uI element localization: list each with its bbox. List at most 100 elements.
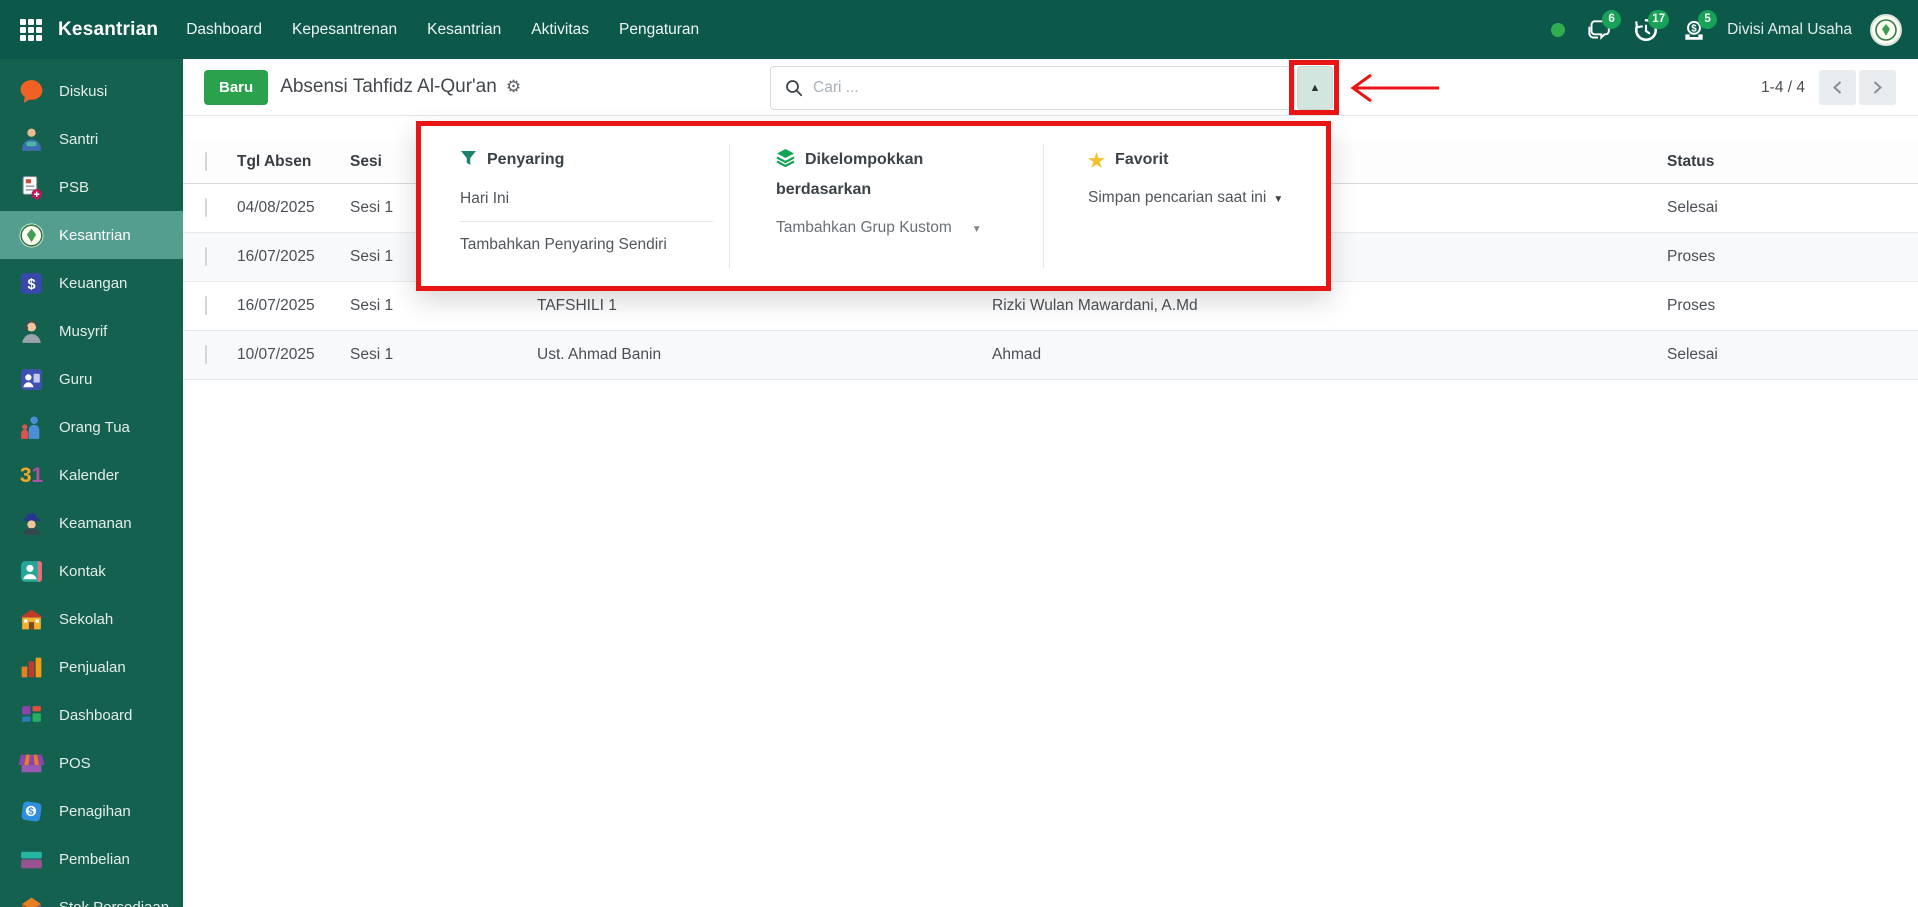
sidebar-item-guru[interactable]: Guru [0, 355, 183, 403]
navbar-menu-item[interactable]: Aktivitas [531, 21, 589, 39]
sidebar-item-label: Penagihan [59, 803, 131, 820]
filters-separator [460, 221, 713, 222]
sidebar-item-diskusi[interactable]: Diskusi [0, 67, 183, 115]
navbar-menu-item[interactable]: Dashboard [186, 21, 262, 39]
sidebar-item-psb[interactable]: PSB [0, 163, 183, 211]
online-status-dot [1551, 23, 1565, 37]
messages-button[interactable]: 6 [1583, 15, 1613, 45]
row-checkbox[interactable] [205, 198, 207, 217]
user-avatar[interactable] [1870, 14, 1902, 46]
sidebar: Diskusi Santri PSBKesantrian $ Keuangan Musyr… [0, 59, 183, 907]
kontak-icon [18, 558, 45, 585]
sidebar-item-label: Keamanan [59, 515, 132, 532]
sidebar-item-label: Penjualan [59, 659, 126, 676]
cell-col4: Ahmad [992, 346, 1667, 364]
sidebar-item-stok[interactable]: Stok Persediaan [0, 883, 183, 907]
save-current-search[interactable]: Simpan pencarian saat ini▼ [1088, 189, 1326, 207]
search-bar [770, 66, 1295, 110]
favorites-section: ★Favorit Simpan pencarian saat ini▼ [1044, 126, 1326, 286]
sidebar-item-santri[interactable]: Santri [0, 115, 183, 163]
search-input[interactable] [813, 79, 1294, 97]
group-by-section: Dikelompokkan berdasarkan Tambahkan Grup… [730, 126, 1043, 286]
sidebar-item-musyrif[interactable]: Musyrif [0, 307, 183, 355]
sidebar-item-label: Kontak [59, 563, 106, 580]
activities-badge: 17 [1648, 10, 1669, 29]
svg-text:$: $ [1691, 23, 1697, 34]
sidebar-item-label: Kalender [59, 467, 119, 484]
add-custom-filter[interactable]: Tambahkan Penyaring Sendiri [460, 236, 713, 254]
cell-col4: Rizki Wulan Mawardani, A.Md [992, 297, 1667, 315]
new-record-button[interactable]: Baru [204, 70, 268, 105]
chevron-left-icon [1831, 80, 1844, 95]
column-header-date: Tgl Absen [237, 153, 350, 171]
activities-button[interactable]: 17 [1631, 15, 1661, 45]
add-custom-group-select[interactable]: Tambahkan Grup Kustom▼ [776, 219, 1015, 237]
select-all-checkbox[interactable] [205, 152, 207, 171]
filter-item-today[interactable]: Hari Ini [460, 190, 713, 208]
search-options-dropdown: Penyaring Hari Ini Tambahkan Penyaring S… [416, 121, 1331, 291]
keamanan-icon [18, 510, 45, 537]
search-dropdown-toggle[interactable]: ▲ [1297, 66, 1333, 110]
keuangan-icon: $ [18, 270, 45, 297]
pager-previous-button[interactable] [1819, 70, 1856, 105]
chevron-right-icon [1871, 80, 1884, 95]
sidebar-item-keuangan[interactable]: $ Keuangan [0, 259, 183, 307]
musyrif-icon [18, 318, 45, 345]
sidebar-item-penagihan[interactable]: $Penagihan [0, 787, 183, 835]
app-brand[interactable]: Kesantrian [58, 19, 158, 41]
cell-status: Proses [1667, 297, 1918, 315]
cell-col3: TAFSHILI 1 [537, 297, 992, 315]
navbar-menu-item[interactable]: Kepesantrenan [292, 21, 397, 39]
sidebar-item-label: Stok Persediaan [59, 899, 169, 907]
cell-session: Sesi 1 [350, 297, 537, 315]
cell-session: Sesi 1 [350, 346, 537, 364]
sidebar-item-label: Sekolah [59, 611, 113, 628]
filter-funnel-icon [460, 149, 477, 176]
pembelian-icon [18, 846, 45, 873]
layers-icon [776, 148, 795, 176]
caret-down-icon: ▼ [1273, 194, 1283, 205]
transfers-badge: 5 [1698, 10, 1717, 29]
action-gear-icon[interactable]: ⚙ [506, 77, 521, 97]
navbar-menu-item[interactable]: Kesantrian [427, 21, 501, 39]
cell-col3: Ust. Ahmad Banin [537, 346, 992, 364]
svg-text:$: $ [27, 277, 35, 293]
sekolah-icon [18, 606, 45, 633]
cell-date: 04/08/2025 [237, 199, 350, 217]
sidebar-item-pembelian[interactable]: Pembelian [0, 835, 183, 883]
sidebar-item-label: Santri [59, 131, 98, 148]
sidebar-item-kesantrian[interactable]: Kesantrian [0, 211, 183, 259]
apps-grid-icon[interactable] [18, 17, 44, 43]
row-checkbox[interactable] [205, 345, 207, 364]
sidebar-item-penjualan[interactable]: Penjualan [0, 643, 183, 691]
star-icon: ★ [1088, 148, 1105, 175]
table-row[interactable]: 10/07/2025Sesi 1Ust. Ahmad BaninAhmadSel… [183, 331, 1918, 380]
pos-icon [18, 750, 45, 777]
stok-icon [18, 894, 45, 907]
sidebar-item-orangtua[interactable]: Orang Tua [0, 403, 183, 451]
cell-status: Selesai [1667, 346, 1918, 364]
sidebar-item-keamanan[interactable]: Keamanan [0, 499, 183, 547]
penjualan-icon [18, 654, 45, 681]
cell-date: 10/07/2025 [237, 346, 350, 364]
row-checkbox[interactable] [205, 247, 207, 266]
sidebar-item-pos[interactable]: POS [0, 739, 183, 787]
cell-date: 16/07/2025 [237, 297, 350, 315]
sidebar-item-sekolah[interactable]: Sekolah [0, 595, 183, 643]
navbar-menu-item[interactable]: Pengaturan [619, 21, 699, 39]
guru-icon [18, 366, 45, 393]
filters-heading: Penyaring [460, 146, 713, 176]
money-transfer-button[interactable]: $ 5 [1679, 15, 1709, 45]
orangtua-icon [18, 414, 45, 441]
company-name[interactable]: Divisi Amal Usaha [1727, 21, 1852, 39]
sidebar-item-kontak[interactable]: Kontak [0, 547, 183, 595]
sidebar-item-kalender[interactable]: 31Kalender [0, 451, 183, 499]
pager-next-button[interactable] [1859, 70, 1896, 105]
control-panel: Baru Absensi Tahfidz Al-Qur'an ⚙ ▲ 1-4 /… [183, 59, 1918, 116]
row-checkbox[interactable] [205, 296, 207, 315]
sidebar-item-label: Keuangan [59, 275, 127, 292]
sidebar-item-dashboard[interactable]: Dashboard [0, 691, 183, 739]
search-icon [785, 79, 803, 97]
sidebar-item-label: Pembelian [59, 851, 130, 868]
filters-section: Penyaring Hari Ini Tambahkan Penyaring S… [421, 126, 729, 286]
